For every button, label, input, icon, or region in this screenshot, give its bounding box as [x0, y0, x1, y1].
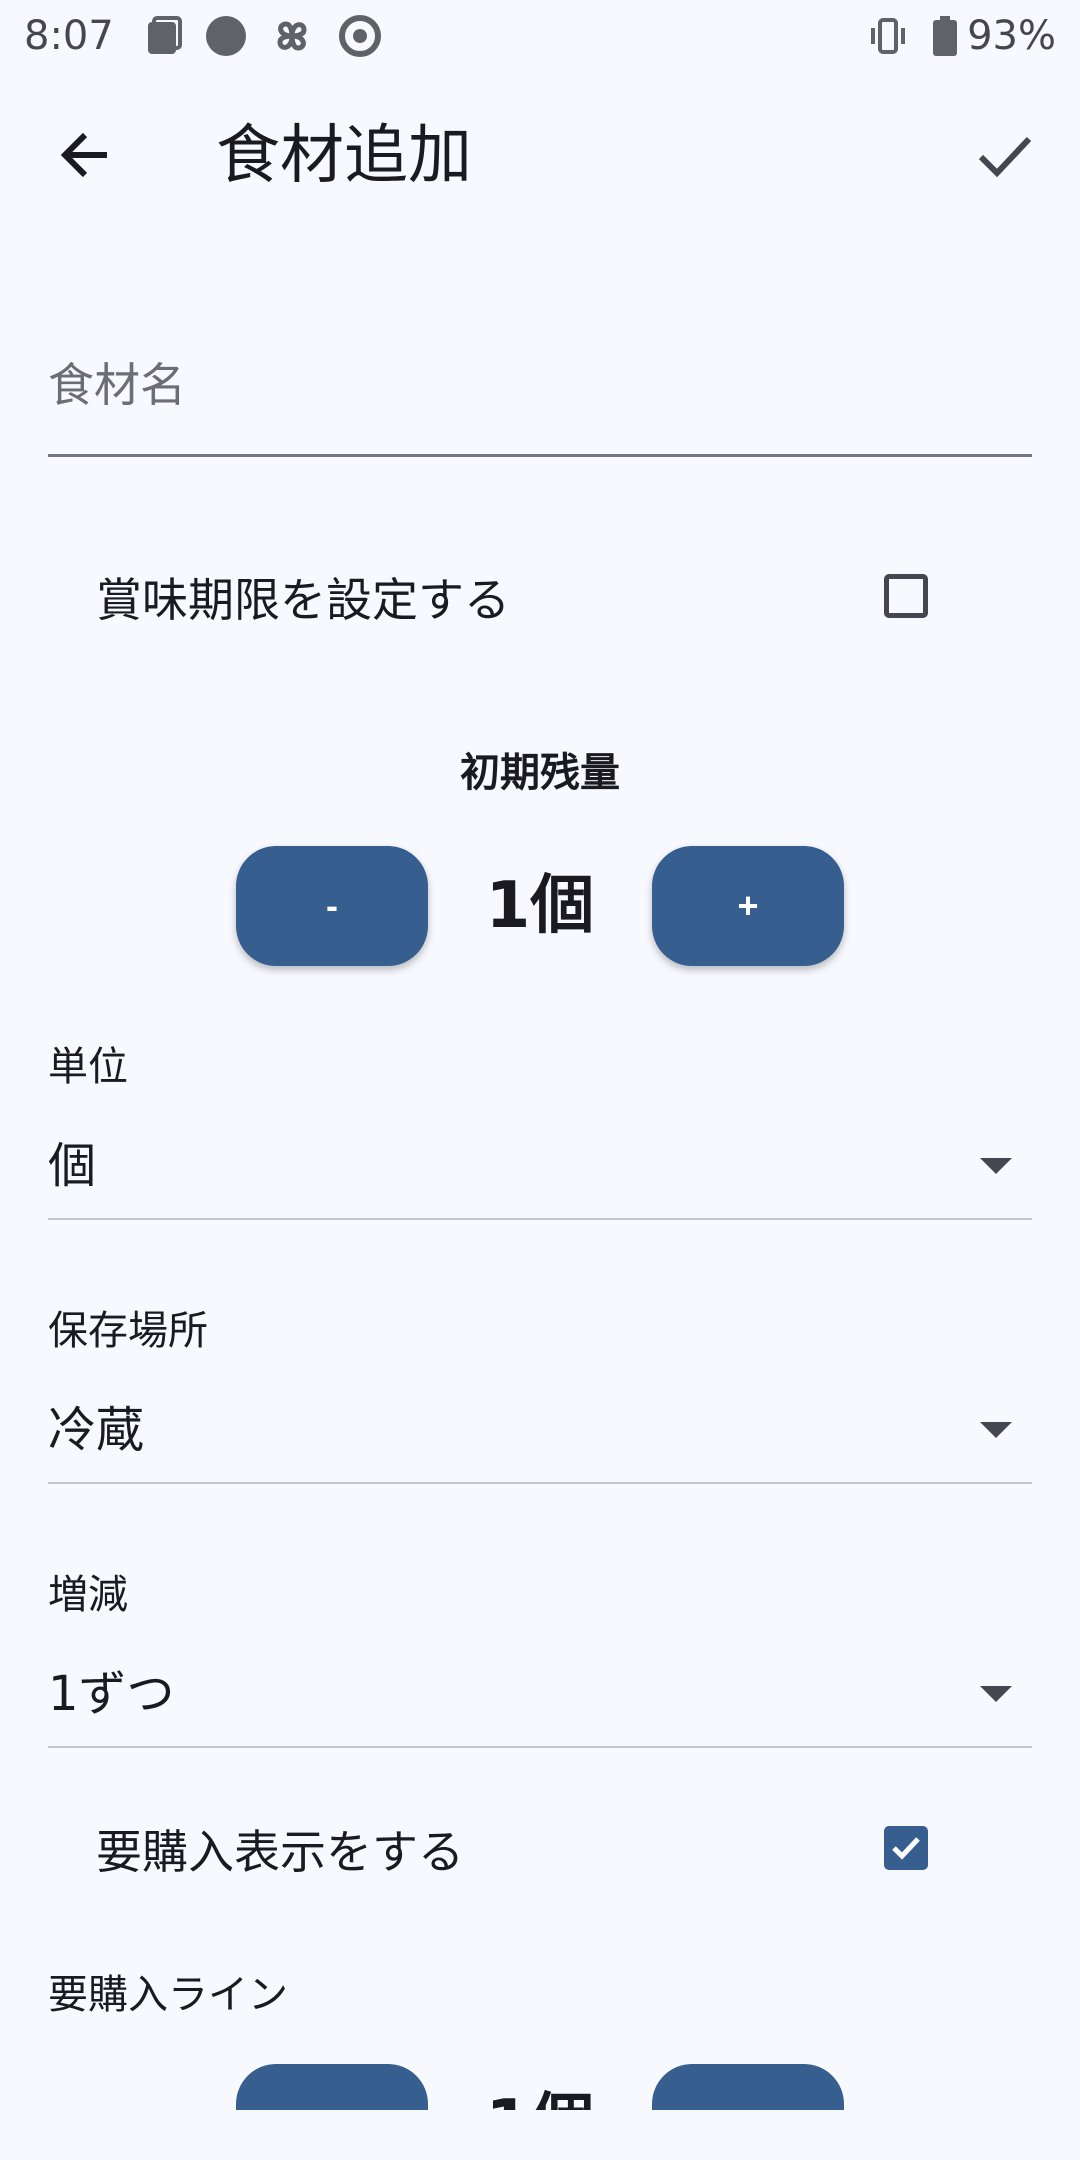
- unit-label: 単位: [48, 1044, 128, 1090]
- pinwheel-icon: [270, 14, 314, 58]
- clipboard-icon: [142, 14, 186, 58]
- increment-label: 増減: [48, 1572, 128, 1618]
- arrow-back-icon: [55, 125, 115, 189]
- check-icon: [892, 1837, 920, 1860]
- chrome-icon: [338, 14, 382, 58]
- initial-amount-caption: 初期残量: [460, 750, 620, 796]
- dropdown-arrow-icon: [980, 1686, 1012, 1702]
- initial-amount-value: 1個: [485, 869, 595, 943]
- expiry-row[interactable]: 賞味期限を設定する: [96, 550, 936, 650]
- purchase-line-value: 1個: [0, 2084, 1080, 2110]
- circle-icon: [204, 14, 248, 58]
- purchase-line-stepper: 1個: [0, 2040, 1080, 2110]
- purchase-line-plus-button[interactable]: [652, 2064, 844, 2110]
- back-button[interactable]: [40, 112, 130, 202]
- purchase-display-row[interactable]: 要購入表示をする: [96, 1802, 936, 1902]
- storage-label: 保存場所: [48, 1308, 208, 1354]
- purchase-display-checkbox[interactable]: [884, 1826, 928, 1870]
- storage-dropdown[interactable]: 冷蔵: [48, 1382, 1032, 1484]
- dropdown-arrow-icon: [980, 1158, 1012, 1174]
- navigation-bar: [0, 2110, 1080, 2160]
- increment-value: 1ずつ: [48, 1666, 175, 1722]
- dropdown-arrow-icon: [980, 1422, 1012, 1438]
- status-time: 8:07: [24, 13, 114, 59]
- expiry-label: 賞味期限を設定する: [96, 573, 510, 627]
- page-title: 食材追加: [216, 119, 472, 193]
- save-button[interactable]: [960, 112, 1050, 202]
- vibrate-icon: [866, 14, 910, 58]
- status-bar: 8:07 93%: [0, 0, 1080, 72]
- app-bar: 食材追加: [0, 72, 1080, 240]
- check-icon: [975, 125, 1035, 189]
- battery-percent: 93%: [967, 13, 1056, 59]
- unit-dropdown[interactable]: 個: [48, 1118, 1032, 1220]
- initial-amount-plus-button[interactable]: +: [652, 846, 844, 966]
- increment-dropdown[interactable]: 1ずつ: [48, 1646, 1032, 1748]
- purchase-line-label: 要購入ライン: [48, 1972, 288, 2018]
- storage-value: 冷蔵: [48, 1402, 145, 1458]
- expiry-checkbox[interactable]: [884, 574, 928, 618]
- ingredient-name-field: [48, 320, 1032, 457]
- unit-value: 個: [48, 1138, 97, 1194]
- ingredient-name-input[interactable]: [48, 340, 1032, 430]
- purchase-display-label: 要購入表示をする: [96, 1825, 464, 1879]
- battery-icon: [930, 14, 960, 58]
